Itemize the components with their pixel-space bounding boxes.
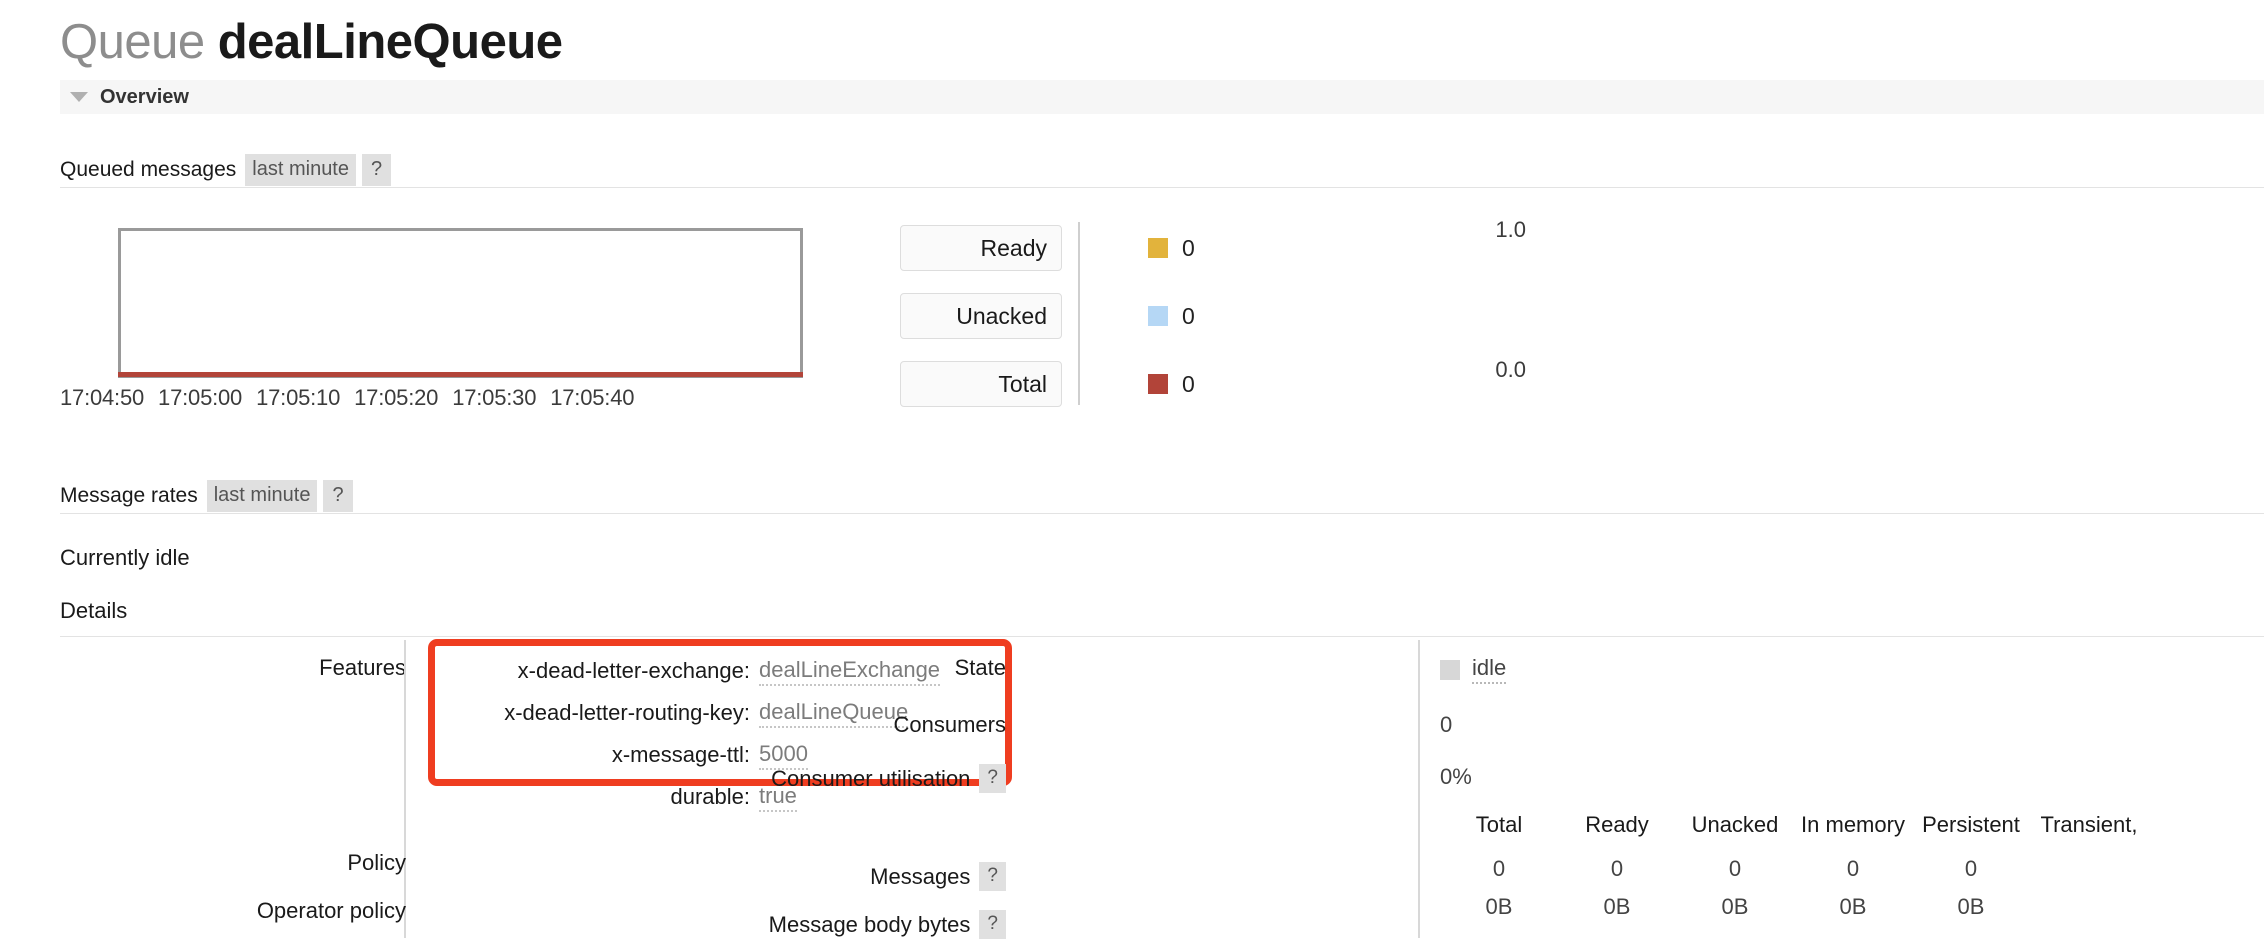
queued-messages-help-icon[interactable]: ? bbox=[362, 153, 392, 186]
chart-ytick-min: 0.0 bbox=[1495, 357, 1526, 382]
message-rates-help-icon[interactable]: ? bbox=[323, 479, 353, 512]
message-rates-status: Currently idle bbox=[60, 545, 190, 570]
body-bytes-total: 0B bbox=[1485, 894, 1513, 919]
state-value-group: idle bbox=[1440, 655, 1507, 684]
feature-value: dealLineExchange bbox=[759, 657, 941, 686]
message-rates-period-selector[interactable]: last minute bbox=[206, 479, 318, 512]
consumer-utilisation-label: Consumer utilisation ? bbox=[771, 764, 1006, 793]
features-column-divider bbox=[404, 640, 406, 938]
details-right-column-divider bbox=[1418, 640, 1420, 938]
chart-xaxis-ticks: 17:04:50 17:05:00 17:05:10 17:05:20 17:0… bbox=[60, 385, 820, 411]
overview-section-label: Overview bbox=[100, 85, 189, 108]
chart-xtick: 17:05:00 bbox=[158, 385, 243, 410]
messages-row-label: Messages ? bbox=[870, 862, 1006, 891]
chart-plot-box bbox=[118, 228, 803, 378]
body-bytes-persistent: 0B bbox=[1957, 894, 1985, 919]
messages-ready: 0 bbox=[1610, 856, 1624, 881]
chart-total-series-line bbox=[118, 372, 803, 377]
body-bytes-in-memory: 0B bbox=[1839, 894, 1867, 919]
legend-swatch-total bbox=[1148, 374, 1168, 394]
messages-transient bbox=[2030, 850, 2148, 888]
queue-stats-table: Total Ready Unacked In memory Persistent… bbox=[1440, 812, 2148, 926]
consumers-value: 0 bbox=[1440, 712, 1453, 737]
legend-button-unacked[interactable]: Unacked bbox=[900, 293, 1062, 339]
legend-row-ready: Ready 0 bbox=[900, 225, 1200, 271]
column-header-unacked: Unacked bbox=[1691, 812, 1779, 837]
operator-policy-label: Operator policy bbox=[256, 898, 406, 923]
feature-key: x-message-ttl: bbox=[611, 742, 750, 767]
policy-label: Policy bbox=[347, 850, 406, 875]
chart-xtick: 17:04:50 bbox=[60, 385, 145, 410]
legend-value-unacked: 0 bbox=[1182, 302, 1195, 329]
state-label: State bbox=[954, 655, 1006, 680]
column-header-transient: Transient, bbox=[2040, 812, 2138, 837]
consumer-utilisation-label-text: Consumer utilisation bbox=[771, 765, 971, 791]
column-header-persistent: Persistent bbox=[1922, 812, 2020, 837]
legend-row-total: Total 0 bbox=[900, 361, 1200, 407]
body-bytes-ready: 0B bbox=[1603, 894, 1631, 919]
triangle-down-icon[interactable] bbox=[70, 92, 88, 102]
messages-row-label-text: Messages bbox=[870, 863, 971, 889]
feature-key: x-dead-letter-exchange: bbox=[517, 658, 750, 683]
legend-button-ready[interactable]: Ready bbox=[900, 225, 1062, 271]
column-header-in-memory: In memory bbox=[1801, 812, 1905, 837]
legend-value-ready: 0 bbox=[1182, 234, 1195, 261]
legend-row-unacked: Unacked 0 bbox=[900, 293, 1200, 339]
message-rates-title: Message rates bbox=[60, 483, 198, 507]
table-row: 0 0 0 0 0 bbox=[1440, 850, 2148, 888]
column-header-total: Total bbox=[1475, 812, 1523, 837]
legend-swatch-unacked bbox=[1148, 306, 1168, 326]
consumer-utilisation-value: 0% bbox=[1440, 764, 1472, 789]
legend-button-total[interactable]: Total bbox=[900, 361, 1062, 407]
messages-persistent: 0 bbox=[1964, 856, 1978, 881]
legend-value-total: 0 bbox=[1182, 370, 1195, 397]
state-swatch-icon bbox=[1440, 659, 1460, 680]
queued-messages-header: Queued messages last minute ? bbox=[60, 152, 2264, 188]
queued-messages-period-selector[interactable]: last minute bbox=[245, 153, 356, 186]
message-body-bytes-row-label-text: Message body bytes bbox=[768, 911, 971, 937]
overview-section-header[interactable]: Overview bbox=[60, 80, 2264, 114]
chart-ytick-max: 1.0 bbox=[1495, 217, 1526, 242]
chart-xtick: 17:05:20 bbox=[354, 385, 439, 410]
message-body-bytes-row-label: Message body bytes ? bbox=[769, 910, 1006, 939]
column-header-ready: Ready bbox=[1585, 812, 1649, 837]
details-label: Details bbox=[60, 598, 128, 623]
page-title: Queue dealLineQueue bbox=[60, 14, 563, 70]
message-rates-header: Message rates last minute ? bbox=[60, 478, 2264, 514]
legend-swatch-ready bbox=[1148, 238, 1168, 258]
messages-unacked: 0 bbox=[1728, 856, 1742, 881]
chart-xtick: 17:05:40 bbox=[550, 385, 635, 410]
body-bytes-transient bbox=[2030, 888, 2148, 926]
details-divider bbox=[60, 636, 2264, 637]
consumer-utilisation-help-icon[interactable]: ? bbox=[979, 764, 1006, 793]
queued-messages-title: Queued messages bbox=[60, 157, 237, 181]
features-label: Features bbox=[319, 655, 406, 680]
consumers-label: Consumers bbox=[893, 712, 1006, 737]
table-row: 0B 0B 0B 0B 0B bbox=[1440, 888, 2148, 926]
chart-xtick: 17:05:10 bbox=[256, 385, 341, 410]
chart-xtick: 17:05:30 bbox=[452, 385, 537, 410]
feature-key: durable: bbox=[670, 784, 750, 809]
feature-row: x-dead-letter-exchange: dealLineExchange bbox=[420, 650, 1020, 692]
table-header-row: Total Ready Unacked In memory Persistent… bbox=[1440, 812, 2148, 850]
message-body-bytes-help-icon[interactable]: ? bbox=[979, 910, 1006, 939]
state-value: idle bbox=[1472, 655, 1507, 684]
messages-in-memory: 0 bbox=[1846, 856, 1860, 881]
messages-total: 0 bbox=[1492, 856, 1506, 881]
page-title-prefix: Queue bbox=[60, 15, 205, 69]
messages-help-icon[interactable]: ? bbox=[979, 862, 1006, 891]
body-bytes-unacked: 0B bbox=[1721, 894, 1749, 919]
chart-legend: Ready 0 Unacked 0 Total 0 bbox=[900, 225, 1210, 407]
feature-key: x-dead-letter-routing-key: bbox=[504, 700, 750, 725]
feature-value: dealLineQueue bbox=[759, 699, 909, 728]
page-title-queue-name: dealLineQueue bbox=[217, 15, 563, 69]
